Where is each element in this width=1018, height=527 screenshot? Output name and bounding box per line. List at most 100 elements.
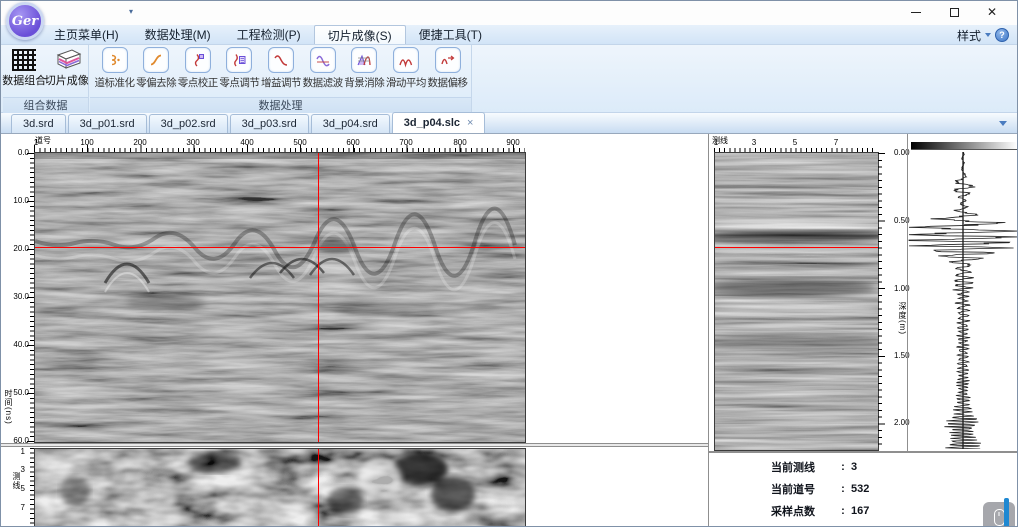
ribbon-button-label: 零偏去除 [136,77,177,89]
info-row-current-line: 当前测线 : 3 [771,456,894,478]
zero-correct-button[interactable]: 零点校正 [177,47,218,90]
bscan-image [34,153,525,442]
ribbon-button-label: 零点校正 [177,77,219,89]
data-filter-icon [315,55,330,67]
ribbon-group-data-processing: 道标准化 零偏去除 零点校正 零点调节 增益调节 数据滤波 背景消除 滑动平均 … [90,45,472,113]
slice-imaging-button[interactable]: 切片成像 [44,47,89,88]
background-remove-icon [357,54,371,66]
minimize-icon [911,11,921,13]
tab-list-dropdown-icon[interactable] [999,121,1007,126]
info-separator: : [841,483,845,495]
y-tick: 20.0 [13,244,29,253]
grayscale-colorbar [911,142,1017,150]
gain-adjust-icon [274,55,288,66]
crossline-view[interactable] [701,152,891,451]
info-separator: : [841,461,845,473]
tab-3d-p04-slc[interactable]: 3d_p04.slc × [391,112,486,133]
data-filter-button[interactable]: 数据滤波 [302,47,343,90]
menu-slice-imaging[interactable]: 切片成像(S) [313,25,406,44]
vertical-splitter-main[interactable] [708,134,709,526]
horizontal-splitter-left[interactable] [1,443,708,447]
application-window: Ger ▾ ✕ 主页菜单(H) 数据处理(M) 工程检测(P) 切片成像(S) … [0,0,1018,527]
menu-engineering-detect[interactable]: 工程检测(P) [224,25,314,44]
dc-remove-button[interactable]: 零偏去除 [136,47,177,90]
trace-normalize-icon [111,54,120,66]
y-tick: 30.0 [13,292,29,301]
scroll-indicator [1004,498,1009,526]
bscan-profile-view[interactable] [34,152,526,443]
info-panel: 当前测线 : 3 当前道号 : 532 采样点数 : 167 双程走时 : 19… [771,456,894,526]
info-label: 采样点数 [771,506,815,518]
slice-tick: 1 [20,447,25,456]
data-grid-icon [12,49,37,71]
zero-adjust-button[interactable]: 零点调节 [219,47,260,90]
document-tabbar: 3d.srd 3d_p01.srd 3d_p02.srd 3d_p03.srd … [1,112,1017,134]
quick-access-arrow-icon[interactable]: ▾ [129,7,133,16]
crosshair-horizontal[interactable] [35,247,525,248]
ribbon: 数据组合 切片成像 组合数据 道标准化 零偏去除 零点校正 零点调节 增益调节 … [1,45,1017,113]
moving-average-icon [399,59,413,68]
info-label: 当前测线 [771,462,815,474]
info-row-sample-count: 采样点数 : 167 [771,500,894,522]
ribbon-button-label: 数据偏移 [427,77,469,89]
slice-crosshair-vertical[interactable] [318,449,319,526]
time-slice-image [35,449,525,526]
menubar: 主页菜单(H) 数据处理(M) 工程检测(P) 切片成像(S) 便捷工具(T) … [1,25,1017,45]
tab-3d-p02-srd[interactable]: 3d_p02.srd [148,114,228,133]
x-tick: 3 [751,138,757,147]
mouse-indicator-overlay [983,502,1015,526]
trace-plot[interactable] [908,152,1018,449]
close-button[interactable]: ✕ [973,1,1011,23]
crosshair-vertical[interactable] [318,153,319,442]
minimize-button[interactable] [897,1,935,23]
info-row-current-trace: 当前道号 : 532 [771,478,894,500]
background-remove-button[interactable]: 背景消除 [344,47,385,90]
ribbon-button-label: 滑动平均 [385,77,427,89]
horizontal-splitter-right[interactable] [708,451,1017,453]
ribbon-button-label: 切片成像 [44,75,89,87]
gain-adjust-button[interactable]: 增益调节 [261,47,302,90]
tab-3d-p03-srd[interactable]: 3d_p03.srd [229,114,309,133]
tab-label: 3d_p04.slc [403,117,461,129]
help-icon[interactable]: ? [995,28,1009,42]
zero-correct-icon [194,54,204,67]
tab-close-icon[interactable]: × [467,113,473,133]
maximize-icon [949,7,959,17]
dc-remove-icon [150,54,162,66]
app-logo[interactable]: Ger [6,2,44,40]
group-name-data-processing: 数据处理 [90,97,471,113]
time-slice-view[interactable] [34,448,526,526]
trace-normalize-button[interactable]: 道标准化 [94,47,135,90]
ribbon-button-label: 增益调节 [261,77,302,89]
crossline-image [701,153,891,450]
info-value: 532 [851,483,870,495]
tab-3d-srd[interactable]: 3d.srd [11,114,66,133]
ribbon-button-label: 数据滤波 [302,77,344,89]
vertical-splitter-trace[interactable] [907,134,908,452]
zero-adjust-icon [234,54,246,67]
moving-average-button[interactable]: 滑动平均 [385,47,426,90]
info-value: 3 [851,461,858,473]
info-label: 当前道号 [771,484,815,496]
info-value: 167 [851,505,870,517]
menu-tools[interactable]: 便捷工具(T) [406,25,495,44]
tab-3d-p01-srd[interactable]: 3d_p01.srd [67,114,147,133]
x-tick: 1 [713,138,719,147]
slice-tick: 3 [20,465,25,474]
tab-3d-p04-srd[interactable]: 3d_p04.srd [310,114,390,133]
menu-home[interactable]: 主页菜单(H) [41,25,132,44]
data-combine-button[interactable]: 数据组合 [2,47,47,88]
style-dropdown-icon[interactable] [985,33,991,37]
slice-tick: 7 [20,503,25,512]
style-button[interactable]: 样式 [957,27,981,44]
data-shift-button[interactable]: 数据偏移 [427,47,468,90]
info-row-twoway-time: 双程走时 : 19.57 ns [771,522,894,526]
ribbon-button-label: 零点调节 [219,77,260,89]
close-icon: ✕ [986,5,998,19]
ribbon-button-label: 数据组合 [2,75,47,87]
crossline-crosshair-horizontal[interactable] [715,247,878,248]
menu-data-processing[interactable]: 数据处理(M) [132,25,224,44]
maximize-button[interactable] [935,1,973,23]
workspace: 道号 1 100 200 300 400 500 600 700 800 900… [1,134,1018,526]
ribbon-group-combine: 数据组合 切片成像 组合数据 [2,45,89,113]
